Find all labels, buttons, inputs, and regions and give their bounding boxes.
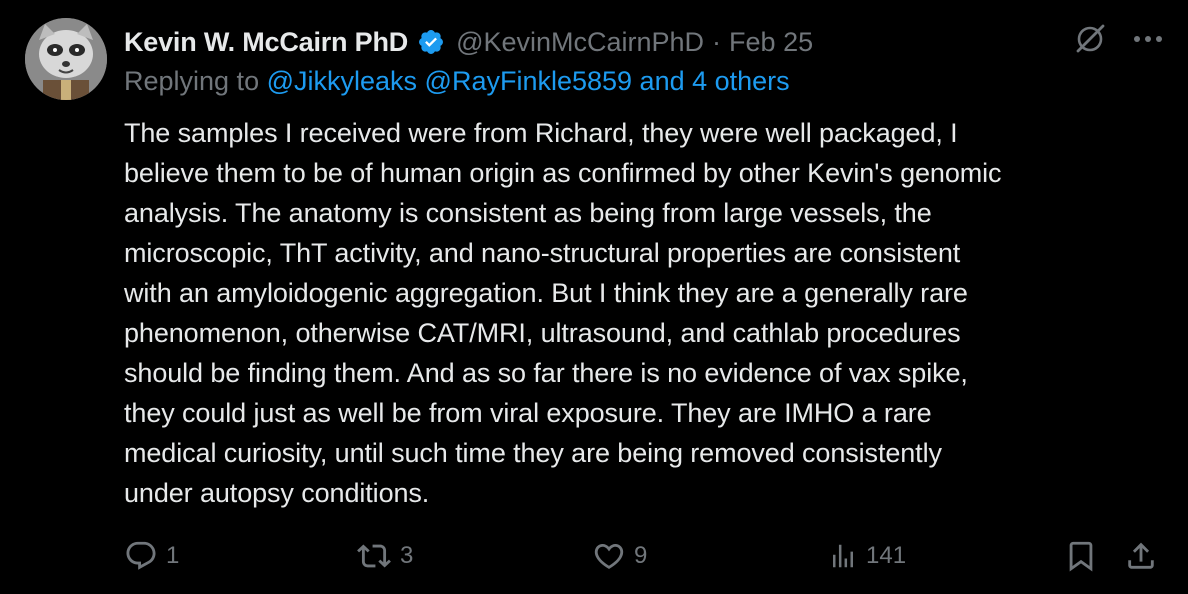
reply-icon — [124, 539, 158, 573]
bookmark-icon — [1064, 539, 1098, 573]
reply-button[interactable]: 1 — [124, 539, 179, 573]
repost-button[interactable]: 3 — [356, 539, 413, 573]
replying-to-users-link[interactable]: @Jikkyleaks @RayFinkle5859 and 4 others — [267, 66, 790, 96]
tweet: Kevin W. McCairn PhD @KevinMcCairnPhD · … — [0, 0, 1188, 594]
separator-dot: · — [712, 26, 722, 57]
replying-to: Replying to @Jikkyleaks @RayFinkle5859 a… — [124, 66, 790, 97]
share-button[interactable] — [1124, 539, 1158, 573]
avatar-image — [25, 18, 107, 100]
share-icon — [1124, 539, 1158, 573]
heart-icon — [592, 539, 626, 573]
like-count: 9 — [634, 542, 648, 569]
views-button[interactable]: 141 — [828, 541, 906, 571]
tweet-header: Kevin W. McCairn PhD @KevinMcCairnPhD · … — [124, 22, 813, 62]
tweet-top-actions — [1073, 22, 1163, 56]
tweet-action-bar: 1 3 9 141 — [124, 534, 1163, 578]
views-icon — [828, 541, 858, 571]
like-button[interactable]: 9 — [592, 539, 647, 573]
verified-badge-icon[interactable] — [417, 28, 445, 56]
display-name[interactable]: Kevin W. McCairn PhD — [124, 27, 408, 58]
views-count: 141 — [866, 542, 907, 569]
more-icon[interactable] — [1133, 34, 1163, 44]
grok-icon[interactable] — [1073, 22, 1107, 56]
replying-to-label: Replying to — [124, 66, 260, 96]
tweet-text: The samples I received were from Richard… — [124, 118, 1002, 508]
reply-count: 1 — [166, 542, 180, 569]
tweet-date[interactable]: Feb 25 — [729, 27, 813, 58]
user-handle[interactable]: @KevinMcCairnPhD — [456, 27, 704, 58]
repost-icon — [356, 539, 392, 573]
avatar[interactable] — [25, 18, 107, 100]
bookmark-button[interactable] — [1064, 539, 1098, 573]
repost-count: 3 — [400, 542, 414, 569]
